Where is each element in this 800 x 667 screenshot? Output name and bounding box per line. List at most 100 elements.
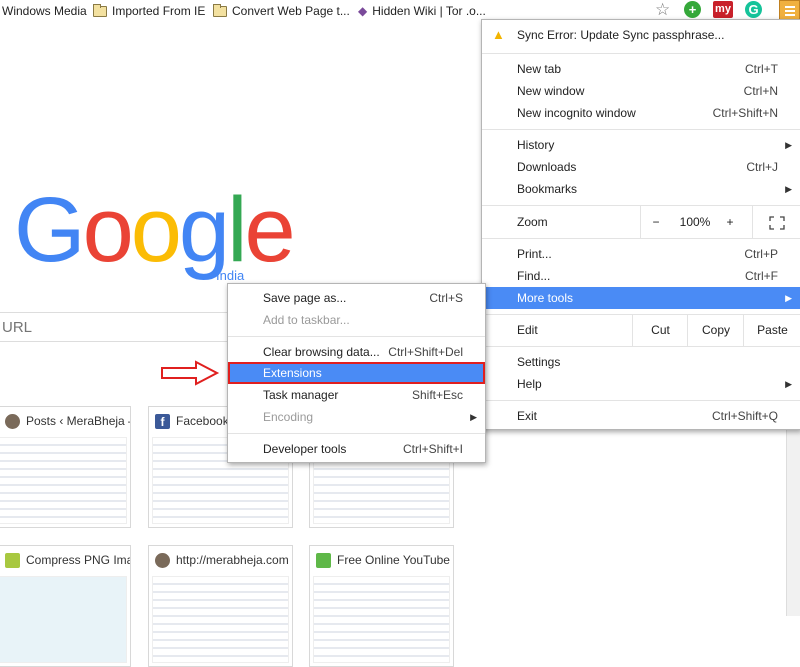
facebook-icon: f: [155, 413, 170, 429]
menu-separator: [482, 53, 800, 54]
menu-item-label: Encoding: [263, 410, 314, 424]
fullscreen-button[interactable]: [752, 206, 800, 238]
menu-item-label: Print...: [517, 247, 552, 261]
fullscreen-icon: [769, 216, 785, 230]
sync-error-item[interactable]: ▲ Sync Error: Update Sync passphrase...: [482, 24, 800, 46]
menu-item-task-manager[interactable]: Task manager Shift+Esc: [228, 384, 485, 406]
menu-item-encoding: Encoding ▶: [228, 406, 485, 428]
most-visited-tile[interactable]: Posts ‹ MeraBheja —: [0, 406, 131, 528]
logo-region-label: India: [216, 268, 245, 283]
menu-item-new-incognito[interactable]: New incognito window Ctrl+Shift+N: [482, 102, 800, 124]
search-box[interactable]: [0, 312, 230, 342]
menu-item-label: Exit: [517, 409, 538, 423]
bookmark-folder[interactable]: Convert Web Page t...: [213, 0, 350, 22]
menu-item-label: Add to taskbar...: [263, 313, 350, 327]
tile-thumbnail: [0, 437, 127, 524]
favicon-avatar: [5, 413, 20, 429]
menu-item-label: Extensions: [263, 366, 322, 380]
chrome-menu-button[interactable]: [779, 0, 800, 20]
menu-item-help[interactable]: Help ▶: [482, 373, 800, 395]
menu-item-label: Clear browsing data...: [263, 345, 380, 359]
menu-item-clear-browsing-data[interactable]: Clear browsing data... Ctrl+Shift+Del: [228, 341, 485, 363]
menu-separator: [228, 433, 485, 434]
grammarly-extension-icon[interactable]: G: [745, 1, 762, 18]
menu-item-label: New window: [517, 84, 585, 98]
paste-button[interactable]: Paste: [743, 314, 800, 346]
logo-letter: o: [130, 179, 182, 281]
menu-item-save-page[interactable]: Save page as... Ctrl+S: [228, 287, 485, 309]
compress-png-icon: [5, 552, 20, 568]
menu-item-settings[interactable]: Settings: [482, 351, 800, 373]
logo-letter: l: [227, 179, 248, 281]
menu-item-label: Save page as...: [263, 291, 347, 305]
menu-item-label: Downloads: [517, 160, 577, 174]
bookmark-folder[interactable]: Imported From IE: [93, 0, 205, 22]
page-scrollbar[interactable]: [786, 428, 800, 616]
shortcut-label: Ctrl+T: [745, 62, 778, 76]
most-visited-tile[interactable]: Free Online YouTube: [309, 545, 454, 667]
menu-item-more-tools[interactable]: More tools ▶: [482, 287, 800, 309]
bookmark-item[interactable]: Windows Media: [2, 0, 87, 22]
menu-item-developer-tools[interactable]: Developer tools Ctrl+Shift+I: [228, 438, 485, 460]
favicon-avatar: [155, 552, 170, 568]
annotation-arrow-icon: [161, 360, 220, 386]
menu-item-label: New tab: [517, 62, 562, 76]
logo-letter: o: [82, 179, 134, 281]
menu-item-bookmarks[interactable]: Bookmarks ▶: [482, 178, 800, 200]
search-input[interactable]: [0, 313, 204, 341]
menu-item-zoom: Zoom − 100% +: [482, 206, 800, 238]
menu-item-exit[interactable]: Exit Ctrl+Shift+Q: [482, 405, 800, 427]
tile-thumbnail: [0, 576, 127, 663]
shortcut-label: Ctrl+F: [745, 269, 778, 283]
menu-item-print[interactable]: Print... Ctrl+P: [482, 243, 800, 265]
download-arrow-icon: [316, 552, 331, 568]
folder-icon: [93, 3, 107, 17]
menu-item-new-window[interactable]: New window Ctrl+N: [482, 80, 800, 102]
menu-item-label: Find...: [517, 269, 551, 283]
zoom-level-value: 100%: [679, 215, 711, 229]
submenu-arrow-icon: ▶: [785, 379, 792, 389]
logo-letter: G: [14, 179, 86, 281]
bookmark-star-icon[interactable]: ☆: [655, 0, 670, 20]
most-visited-tile[interactable]: http://merabheja.com: [148, 545, 293, 667]
menu-item-add-to-taskbar: Add to taskbar...: [228, 309, 485, 331]
google-logo: Google: [14, 179, 296, 281]
bookmark-label: Windows Media: [2, 4, 87, 18]
menu-item-history[interactable]: History ▶: [482, 134, 800, 156]
cut-button[interactable]: Cut: [632, 314, 688, 346]
zoom-out-button[interactable]: −: [640, 206, 671, 238]
zoom-in-button[interactable]: +: [720, 206, 740, 238]
menu-separator: [482, 129, 800, 130]
menu-item-label: Task manager: [263, 388, 339, 402]
tile-title: Facebook: [176, 414, 229, 428]
menu-item-label: Bookmarks: [517, 182, 578, 196]
bookmark-item[interactable]: ◆ Hidden Wiki | Tor .o...: [358, 0, 486, 22]
hamburger-line: [785, 10, 795, 12]
menu-separator: [228, 336, 485, 337]
shortcut-label: Ctrl+S: [429, 291, 463, 305]
tile-thumbnail: [313, 576, 450, 663]
menu-item-downloads[interactable]: Downloads Ctrl+J: [482, 156, 800, 178]
more-tools-submenu: Save page as... Ctrl+S Add to taskbar... …: [227, 283, 486, 463]
copy-button[interactable]: Copy: [687, 314, 744, 346]
plus-extension-icon[interactable]: +: [684, 1, 701, 18]
menu-item-extensions[interactable]: Extensions: [228, 362, 485, 384]
submenu-arrow-icon: ▶: [470, 412, 477, 422]
shortcut-label: Ctrl+Shift+Del: [388, 345, 463, 359]
shortcut-label: Ctrl+Shift+Q: [711, 409, 778, 423]
most-visited-tile[interactable]: Compress PNG Images: [0, 545, 131, 667]
menu-item-new-tab[interactable]: New tab Ctrl+T: [482, 58, 800, 80]
menu-item-edit: Edit Cut Copy Paste: [482, 314, 800, 346]
tile-title: Free Online YouTube: [337, 553, 450, 567]
logo-letter: e: [244, 179, 296, 281]
shortcut-label: Ctrl+P: [744, 247, 778, 261]
mypoints-extension-icon[interactable]: my: [713, 1, 733, 18]
tor-onion-icon: ◆: [358, 4, 368, 18]
menu-item-find[interactable]: Find... Ctrl+F: [482, 265, 800, 287]
menu-separator: [482, 400, 800, 401]
tile-title: http://merabheja.com: [176, 553, 289, 567]
shortcut-label: Shift+Esc: [411, 388, 463, 402]
bookmark-label: Convert Web Page t...: [232, 4, 350, 18]
warning-icon: ▲: [492, 27, 505, 42]
shortcut-label: Ctrl+N: [743, 84, 778, 98]
